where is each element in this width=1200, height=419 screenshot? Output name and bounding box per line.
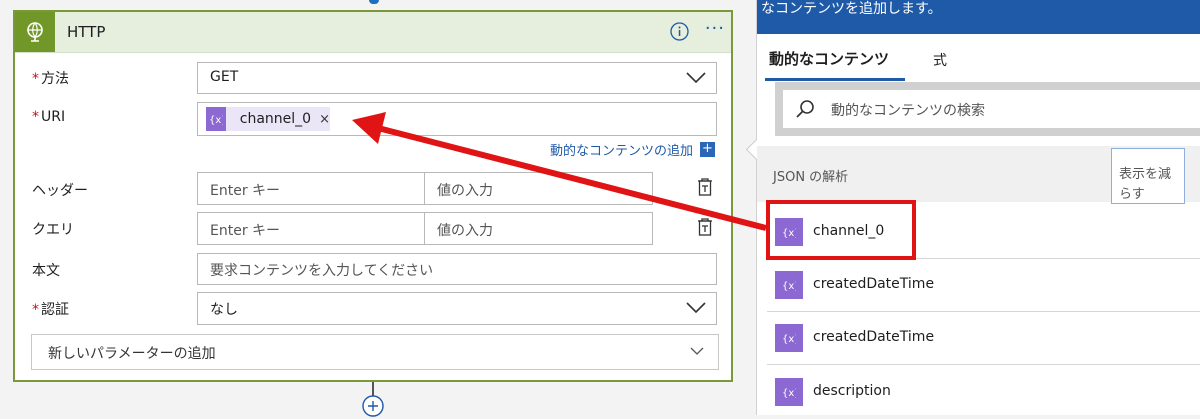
globe-icon (15, 12, 55, 52)
method-value: GET (210, 69, 239, 85)
section-label: JSON の解析 (773, 170, 849, 185)
method-label: * 方法 (32, 71, 69, 87)
panel-banner: なコンテンツを追加します。 (757, 0, 1200, 34)
show-less-button[interactable]: 表示を減らす (1111, 148, 1185, 204)
uri-label: * URI (32, 109, 66, 125)
svg-text:{x}: {x} (209, 115, 223, 125)
expression-icon: {x} (206, 107, 226, 131)
header-key-input[interactable]: Enter キー (197, 172, 425, 205)
card-header[interactable]: HTTP ··· (15, 12, 731, 53)
chevron-down-icon (686, 302, 706, 314)
add-step-icon[interactable] (362, 395, 384, 417)
info-icon[interactable] (670, 22, 689, 41)
search-area: 動的なコンテンツの検索 (775, 82, 1200, 136)
delete-query-icon[interactable] (697, 218, 713, 236)
list-item[interactable]: {x} createdDateTime (767, 311, 1200, 365)
highlight-box (766, 200, 916, 260)
expression-icon: {x} (775, 324, 803, 352)
svg-text:{x}: {x} (782, 281, 796, 291)
svg-text:{x}: {x} (782, 388, 796, 398)
list-item[interactable]: {x} createdDateTime (767, 258, 1200, 312)
query-key-input[interactable]: Enter キー (197, 212, 425, 245)
token-remove-button[interactable]: × (319, 112, 330, 127)
uri-field[interactable]: {x} channel_0 × (197, 102, 717, 136)
more-options-icon[interactable]: ··· (705, 18, 725, 39)
queries-label: クエリ (32, 222, 74, 238)
auth-label: * 認証 (32, 302, 69, 318)
auth-value: なし (210, 302, 238, 318)
method-dropdown[interactable]: GET (197, 62, 717, 94)
tab-underline (765, 78, 905, 81)
body-label: 本文 (32, 263, 60, 279)
add-dynamic-content-link[interactable]: 動的なコンテンツの追加 (550, 140, 693, 159)
chevron-down-icon (690, 347, 704, 355)
connector-line (372, 382, 374, 396)
chevron-down-icon (686, 72, 706, 84)
http-action-card: HTTP ··· *方法 GET *URI {x} channel_0 × 動的… (13, 10, 733, 382)
header-value-input[interactable]: 値の入力 (424, 172, 653, 205)
tab-dynamic-content[interactable]: 動的なコンテンツ (769, 48, 889, 69)
search-input[interactable]: 動的なコンテンツの検索 (783, 90, 1200, 128)
expression-icon: {x} (775, 378, 803, 406)
tab-expression[interactable]: 式 (933, 50, 947, 70)
search-icon (796, 100, 814, 118)
connector-top (369, 0, 379, 4)
query-value-input[interactable]: 値の入力 (424, 212, 653, 245)
delete-header-icon[interactable] (697, 178, 713, 196)
add-dynamic-plus-icon[interactable]: + (700, 142, 715, 157)
add-parameter-dropdown[interactable]: 新しいパラメーターの追加 (31, 334, 719, 370)
list-item[interactable]: {x} description (767, 365, 1200, 419)
expression-icon: {x} (775, 271, 803, 299)
auth-dropdown[interactable]: なし (197, 292, 717, 325)
designer-canvas: HTTP ··· *方法 GET *URI {x} channel_0 × 動的… (0, 0, 756, 417)
action-title: HTTP (67, 23, 106, 41)
body-input[interactable]: 要求コンテンツを入力してください (197, 253, 717, 285)
uri-token[interactable]: {x} channel_0 × (206, 107, 330, 131)
svg-text:{x}: {x} (782, 334, 796, 344)
headers-label: ヘッダー (32, 183, 88, 199)
token-label: channel_0 (239, 111, 312, 127)
